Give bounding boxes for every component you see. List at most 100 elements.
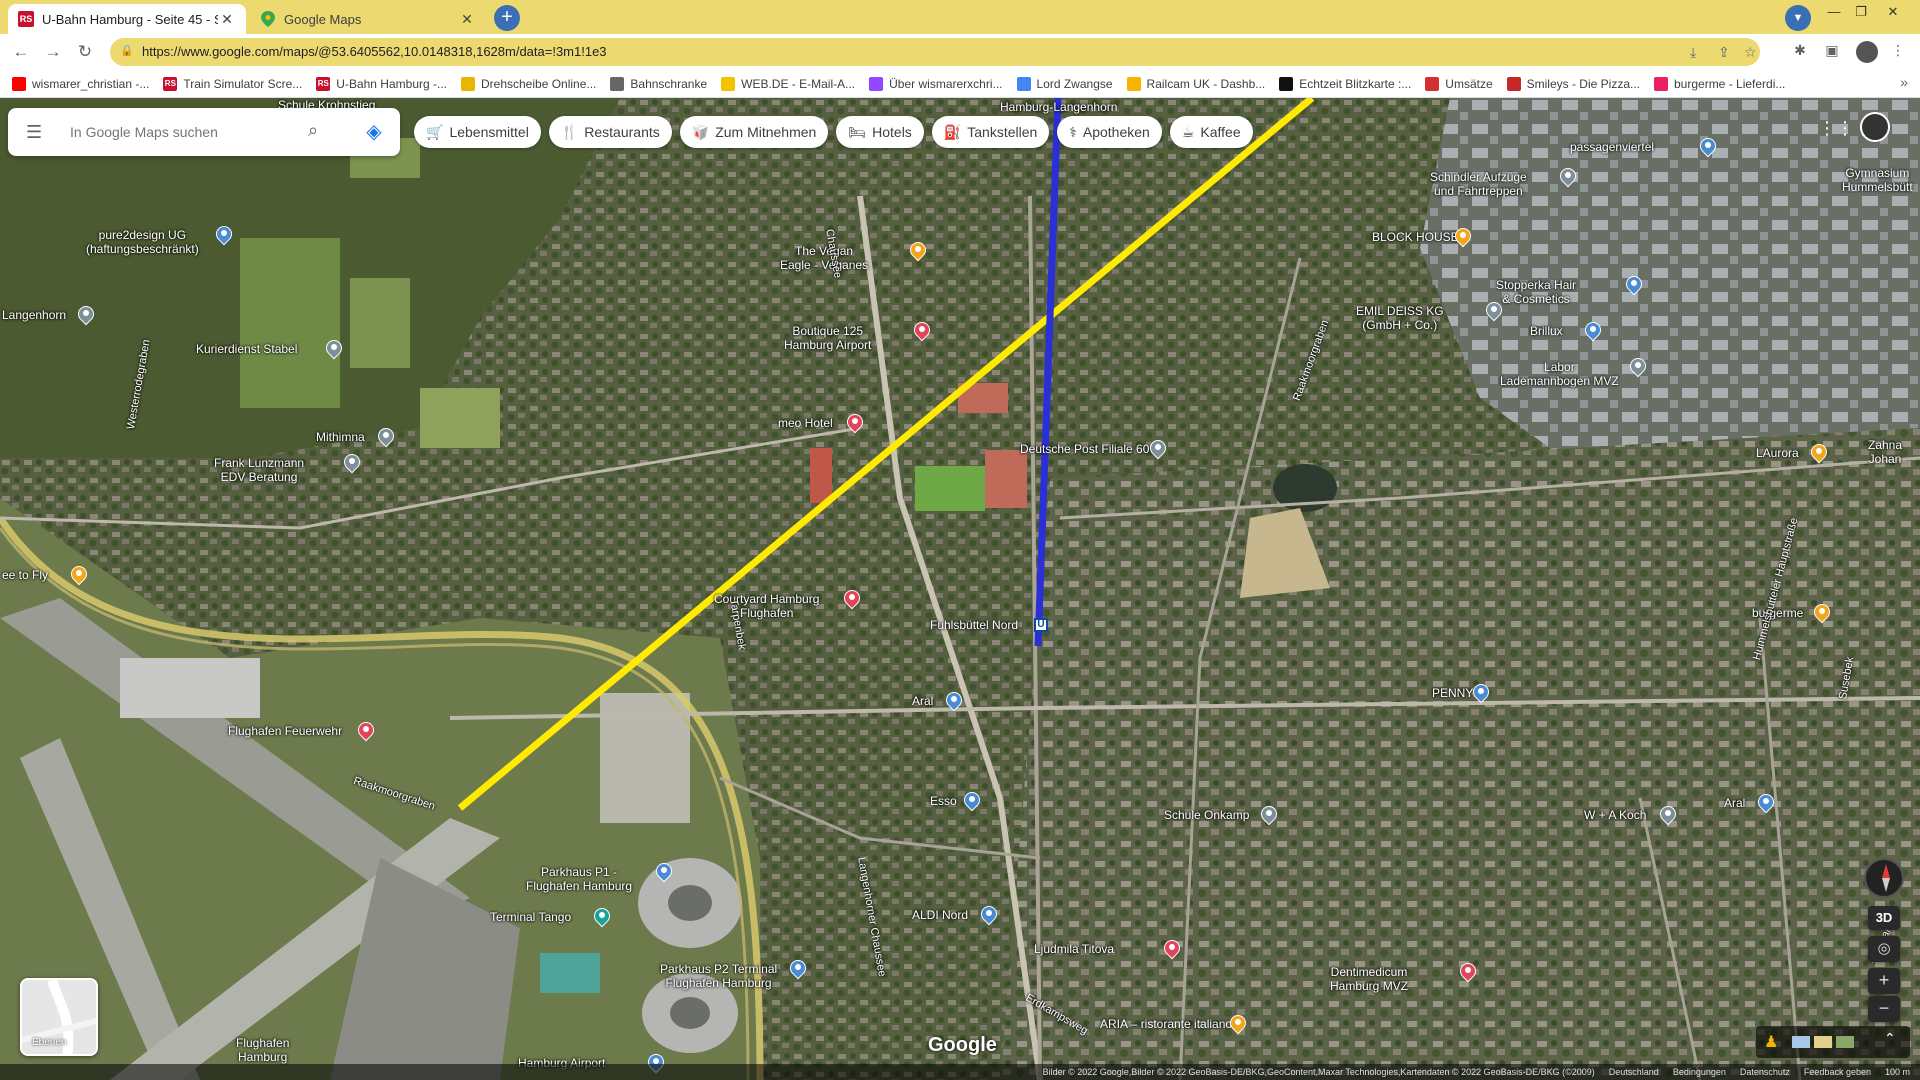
place-label[interactable]: W + A Koch xyxy=(1584,808,1646,822)
place-label[interactable]: Stopperka Hair & Cosmetics xyxy=(1496,278,1576,306)
place-label[interactable]: Terminal Tango xyxy=(490,910,571,924)
share-icon[interactable]: ⇪ xyxy=(1718,44,1730,61)
gray-place-pin-icon[interactable] xyxy=(1656,802,1680,826)
place-label[interactable]: Labor Lademannbogen MVZ xyxy=(1500,360,1619,388)
place-label[interactable]: Fuhlsbüttel Nord xyxy=(930,618,1018,632)
directions-icon[interactable]: ◈ xyxy=(360,118,388,146)
profile-avatar[interactable] xyxy=(1856,41,1878,63)
orange-place-pin-icon[interactable] xyxy=(1807,440,1831,464)
blue-place-pin-icon[interactable] xyxy=(1581,318,1605,342)
place-label[interactable]: ee to Fly xyxy=(2,568,48,582)
place-label[interactable]: Schindler Aufzüge und Fahrtreppen xyxy=(1430,170,1527,198)
chip-zum-mitnehmen[interactable]: 🥡 Zum Mitnehmen xyxy=(679,116,829,148)
chip-hotels[interactable]: 🛏 Hotels xyxy=(836,116,924,148)
place-label[interactable]: Mithimna xyxy=(316,430,365,444)
blue-place-pin-icon[interactable] xyxy=(977,902,1001,926)
place-label[interactable]: Aral xyxy=(912,694,933,708)
search-icon[interactable]: ⌕ xyxy=(308,120,318,141)
gray-place-pin-icon[interactable] xyxy=(1482,298,1506,322)
gray-place-pin-icon[interactable] xyxy=(322,336,346,360)
chip-restaurants[interactable]: 🍴 Restaurants xyxy=(548,116,672,148)
bookmark-item[interactable]: Lord Zwangse xyxy=(1016,76,1113,91)
gray-place-pin-icon[interactable] xyxy=(374,424,398,448)
chip-lebensmittel[interactable]: 🛒 Lebensmittel xyxy=(414,116,541,148)
blue-place-pin-icon[interactable] xyxy=(942,688,966,712)
bookmark-item[interactable]: Über wismarerxchri... xyxy=(869,76,1003,91)
bookmark-item[interactable]: Railcam UK - Dashb... xyxy=(1126,76,1265,91)
red-place-pin-icon[interactable] xyxy=(840,586,864,610)
blue-place-pin-icon[interactable] xyxy=(960,788,984,812)
bookmark-item[interactable]: RS Train Simulator Scre... xyxy=(163,76,302,91)
hamburger-menu-icon[interactable]: ☰ xyxy=(26,122,42,143)
red-place-pin-icon[interactable] xyxy=(1456,959,1480,983)
bookmark-item[interactable]: Drehscheibe Online... xyxy=(461,76,596,91)
thumbnail-1-icon[interactable] xyxy=(1792,1036,1810,1048)
place-label[interactable]: Ljudmila Titova xyxy=(1034,942,1114,956)
close-tab-icon[interactable]: ✕ xyxy=(458,11,476,28)
place-label[interactable]: Schule Onkamp xyxy=(1164,808,1249,822)
blue-place-pin-icon[interactable] xyxy=(1469,680,1493,704)
bookmark-item[interactable]: RS U-Bahn Hamburg -... xyxy=(316,76,447,91)
place-label[interactable]: ALDI Nord xyxy=(912,908,968,922)
tab-ubahn-hamburg[interactable]: RS U-Bahn Hamburg - Seite 45 - Str ✕ xyxy=(8,4,246,34)
tab-search-button[interactable]: ▼ xyxy=(1785,5,1811,31)
tab-google-maps[interactable]: Google Maps ✕ xyxy=(250,4,486,34)
red-place-pin-icon[interactable] xyxy=(354,718,378,742)
bookmark-item[interactable]: WEB.DE - E-Mail-A... xyxy=(721,76,855,91)
place-label[interactable]: Parkhaus P2 Terminal Flughafen Hamburg xyxy=(660,962,777,990)
thumbnail-3-icon[interactable] xyxy=(1836,1036,1854,1048)
pegman-icon[interactable]: ♟ xyxy=(1764,1032,1778,1052)
forward-arrow-icon[interactable]: → xyxy=(42,41,64,63)
place-label[interactable]: Frank Lunzmann EDV Beratung xyxy=(214,456,304,484)
orange-place-pin-icon[interactable] xyxy=(67,562,91,586)
ubahn-station-icon[interactable]: U xyxy=(1034,618,1048,632)
place-label[interactable]: Flughafen Feuerwehr xyxy=(228,724,342,738)
bookmark-star-icon[interactable]: ☆ xyxy=(1744,44,1757,61)
place-label[interactable]: Langenhorn xyxy=(2,308,66,322)
bookmark-item[interactable]: wismarer_christian -... xyxy=(12,76,149,91)
tilt-3d-button[interactable]: 3D xyxy=(1868,906,1900,930)
blue-place-pin-icon[interactable] xyxy=(1622,272,1646,296)
place-label[interactable]: Zahna Johan xyxy=(1868,438,1902,466)
bookmark-item[interactable]: Echtzeit Blitzkarte :... xyxy=(1279,76,1411,91)
orange-place-pin-icon[interactable] xyxy=(1810,600,1834,624)
place-label[interactable]: Parkhaus P1 - Flughafen Hamburg xyxy=(526,865,632,893)
terms-link[interactable]: Bedingungen xyxy=(1673,1067,1726,1077)
restore-icon[interactable]: ❐ xyxy=(1850,4,1872,24)
feedback-link[interactable]: Feedback geben xyxy=(1804,1067,1871,1077)
bookmark-item[interactable]: Umsätze xyxy=(1425,76,1493,91)
bookmark-item[interactable]: burgerme - Lieferdi... xyxy=(1654,76,1785,91)
my-location-icon[interactable]: ◎ xyxy=(1868,936,1900,962)
place-label[interactable]: The Vegan Eagle - Veganes xyxy=(780,244,868,272)
place-label[interactable]: LAurora xyxy=(1756,446,1799,460)
red-place-pin-icon[interactable] xyxy=(910,318,934,342)
place-label[interactable]: Dentimedicum Hamburg MVZ xyxy=(1330,965,1408,993)
place-label[interactable]: Esso xyxy=(930,794,957,808)
gray-place-pin-icon[interactable] xyxy=(1146,436,1170,460)
place-label[interactable]: BLOCK HOUSE xyxy=(1372,230,1459,244)
address-bar[interactable]: 🔒 https://www.google.com/maps/@53.640556… xyxy=(110,38,1760,66)
thumbnail-2-icon[interactable] xyxy=(1814,1036,1832,1048)
compass-control[interactable] xyxy=(1864,858,1904,898)
bookmark-item[interactable]: Bahnschranke xyxy=(610,76,707,91)
bookmarks-overflow-icon[interactable]: » xyxy=(1900,74,1908,90)
install-icon[interactable]: ⤓ xyxy=(1690,44,1696,61)
place-label[interactable]: Boutique 125 Hamburg Airport xyxy=(784,324,871,352)
chip-tankstellen[interactable]: ⛽ Tankstellen xyxy=(931,116,1050,148)
blue-place-pin-icon[interactable] xyxy=(212,222,236,246)
orange-place-pin-icon[interactable] xyxy=(906,238,930,262)
minimize-icon[interactable]: — xyxy=(1823,4,1845,24)
zoom-out-button[interactable]: − xyxy=(1868,996,1900,1022)
gray-place-pin-icon[interactable] xyxy=(340,450,364,474)
place-label[interactable]: Aral xyxy=(1724,796,1745,810)
new-tab-button[interactable]: + xyxy=(494,5,520,31)
search-input[interactable] xyxy=(70,120,300,144)
orange-place-pin-icon[interactable] xyxy=(1451,224,1475,248)
scale-bar[interactable]: 100 m xyxy=(1885,1067,1910,1077)
bookmark-item[interactable]: Smileys - Die Pizza... xyxy=(1506,76,1640,91)
blue-place-pin-icon[interactable] xyxy=(1754,790,1778,814)
place-label[interactable]: Kurierdienst Stabel xyxy=(196,342,297,356)
account-avatar[interactable] xyxy=(1860,112,1890,142)
place-label[interactable]: ARIA – ristorante italiano xyxy=(1100,1017,1232,1031)
parking-pin-icon[interactable] xyxy=(786,956,810,980)
